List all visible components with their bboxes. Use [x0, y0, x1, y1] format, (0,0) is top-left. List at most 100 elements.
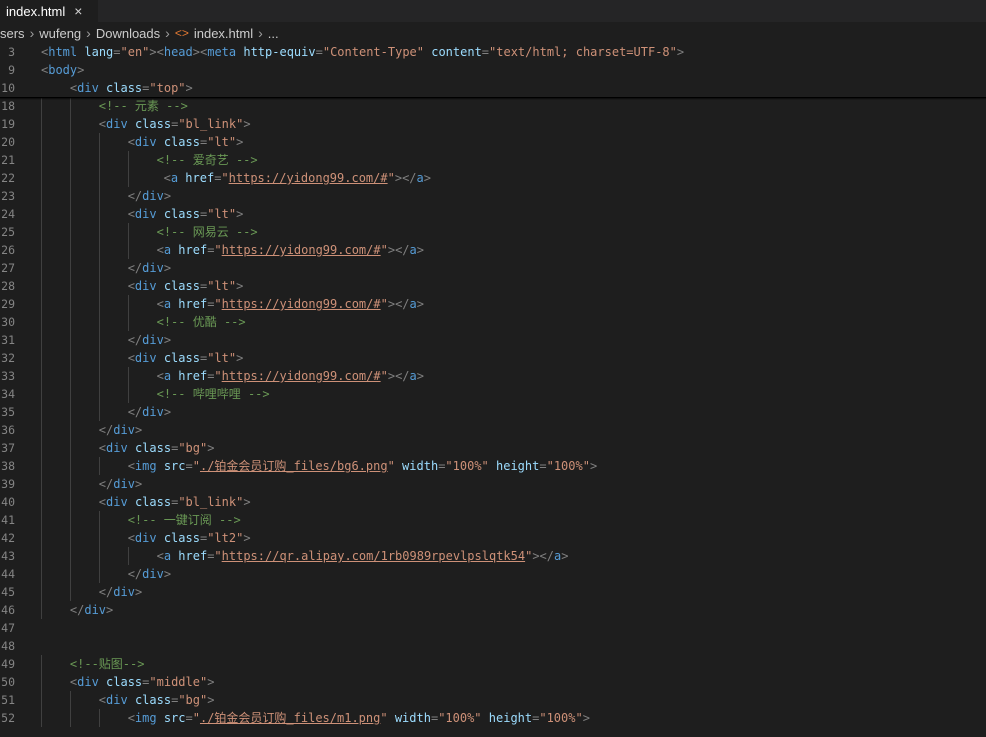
indent-guide: [69, 313, 71, 331]
code-line[interactable]: 25 <!-- 网易云 -->: [0, 223, 986, 241]
line-number: 20: [1, 135, 15, 149]
code-line[interactable]: 10 <div class="top">: [0, 79, 986, 97]
indent-guide: [41, 475, 42, 493]
code-token[interactable]: https://yidong99.com/#: [222, 297, 381, 311]
code-line[interactable]: 48: [0, 637, 986, 655]
indent-guide: [98, 295, 100, 313]
code-line[interactable]: 40 <div class="bl_link">: [0, 493, 986, 511]
code-token[interactable]: ./铂金会员订购_files/m1.png: [200, 711, 380, 725]
code-text: <div class="lt">: [128, 205, 244, 223]
code-line[interactable]: 47: [0, 619, 986, 637]
code-line[interactable]: 51 <div class="bg">: [0, 691, 986, 709]
code-line[interactable]: 50 <div class="middle">: [0, 673, 986, 691]
code-token: href: [178, 171, 215, 185]
line-number: 37: [1, 441, 15, 455]
code-token: >: [243, 531, 251, 545]
code-token: class: [98, 81, 143, 95]
code-line[interactable]: 9 <body>: [0, 61, 986, 79]
code-line[interactable]: 39 </div>: [0, 475, 986, 493]
code-line[interactable]: 23 </div>: [0, 187, 986, 205]
breadcrumb-item-users[interactable]: sers: [0, 26, 25, 41]
code-token: ": [192, 459, 200, 473]
indent-guide: [69, 439, 71, 457]
indent-guide: [69, 565, 71, 583]
code-line[interactable]: 29 <a href="https://yidong99.com/#"></a>: [0, 295, 986, 313]
indent-guide: [41, 583, 42, 601]
indent-guide: [98, 367, 100, 385]
code-token: ></: [532, 549, 555, 563]
close-icon[interactable]: ×: [74, 4, 82, 18]
code-text: <a href="https://yidong99.com/#"></a>: [157, 367, 424, 385]
code-line[interactable]: 43 <a href="https://qr.alipay.com/1rb0989…: [0, 547, 986, 565]
code-token: "lt": [207, 135, 237, 149]
code-line[interactable]: 35 </div>: [0, 403, 986, 421]
indent-guide: [98, 457, 100, 475]
code-line[interactable]: 20 <div class="lt">: [0, 133, 986, 151]
code-token: </: [98, 423, 114, 437]
indent-guide: [69, 529, 71, 547]
code-token: ><: [149, 45, 164, 59]
code-line[interactable]: 37 <div class="bg">: [0, 439, 986, 457]
indent-guide: [41, 511, 42, 529]
code-line[interactable]: 22 <a href="https://yidong99.com/#"></a>: [0, 169, 986, 187]
code-token: <: [98, 441, 107, 455]
code-token: ": [380, 243, 388, 257]
code-token[interactable]: https://qr.alipay.com/1rb0989rpevlpslqtk…: [222, 549, 525, 563]
code-line[interactable]: 3 <html lang="en"><head><meta http-equiv=…: [0, 43, 986, 61]
breadcrumb-item-wufeng[interactable]: wufeng: [39, 26, 81, 41]
code-line[interactable]: 33 <a href="https://yidong99.com/#"></a>: [0, 367, 986, 385]
code-line[interactable]: 41 <!-- 一键订阅 -->: [0, 511, 986, 529]
code-line[interactable]: 19 <div class="bl_link">: [0, 115, 986, 133]
code-text: </div>: [128, 331, 171, 349]
code-token[interactable]: https://yidong99.com/#: [229, 171, 388, 185]
line-number: 33: [1, 369, 15, 383]
line-number: 25: [1, 225, 15, 239]
indent-guide: [69, 349, 71, 367]
code-token: "100%": [445, 459, 489, 473]
code-line[interactable]: 44 </div>: [0, 565, 986, 583]
indent-guide: [69, 367, 71, 385]
code-line[interactable]: 30 <!-- 优酷 -->: [0, 313, 986, 331]
code-token: ": [380, 297, 388, 311]
code-line[interactable]: 24 <div class="lt">: [0, 205, 986, 223]
indent-guide: [127, 241, 129, 259]
breadcrumb-item-symbol[interactable]: ...: [268, 26, 279, 41]
code-token: ></: [387, 297, 410, 311]
code-line[interactable]: 26 <a href="https://yidong99.com/#"></a>: [0, 241, 986, 259]
code-line[interactable]: 45 </div>: [0, 583, 986, 601]
code-token: height: [488, 459, 540, 473]
indent-guide: [98, 151, 100, 169]
code-line[interactable]: 34 <!-- 哔哩哔哩 -->: [0, 385, 986, 403]
code-line[interactable]: 27 </div>: [0, 259, 986, 277]
code-token: <: [127, 459, 135, 473]
code-line[interactable]: 42 <div class="lt2">: [0, 529, 986, 547]
code-token[interactable]: https://yidong99.com/#: [222, 369, 381, 383]
code-token: >: [236, 279, 244, 293]
indent-guide: [41, 529, 42, 547]
code-line[interactable]: 28 <div class="lt">: [0, 277, 986, 295]
indent-guide: [41, 259, 42, 277]
code-token: ></: [394, 171, 417, 185]
indent-guide: [69, 277, 71, 295]
code-token: >: [561, 549, 569, 563]
code-token: img: [134, 711, 157, 725]
code-line[interactable]: 52 <img src="./铂金会员订购_files/m1.png" width…: [0, 709, 986, 727]
code-token[interactable]: https://yidong99.com/#: [222, 243, 381, 257]
code-line[interactable]: 32 <div class="lt">: [0, 349, 986, 367]
code-line[interactable]: 46 </div>: [0, 601, 986, 619]
code-token: a: [170, 171, 179, 185]
code-token: ": [387, 459, 395, 473]
code-line[interactable]: 31 </div>: [0, 331, 986, 349]
code-token: ": [214, 549, 222, 563]
code-line[interactable]: 38 <img src="./铂金会员订购_files/bg6.png" widt…: [0, 457, 986, 475]
code-editor[interactable]: 3 <html lang="en"><head><meta http-equiv=…: [0, 43, 986, 737]
code-line[interactable]: 21 <!-- 爱奇艺 -->: [0, 151, 986, 169]
tab-index-html[interactable]: index.html ×: [0, 0, 98, 22]
breadcrumb-item-downloads[interactable]: Downloads: [96, 26, 160, 41]
breadcrumb-item-file[interactable]: index.html: [194, 26, 253, 41]
code-line[interactable]: 49 <!--贴图-->: [0, 655, 986, 673]
code-token: src: [156, 711, 186, 725]
code-token: "top": [149, 81, 186, 95]
code-line[interactable]: 36 </div>: [0, 421, 986, 439]
code-token[interactable]: ./铂金会员订购_files/bg6.png: [200, 459, 388, 473]
